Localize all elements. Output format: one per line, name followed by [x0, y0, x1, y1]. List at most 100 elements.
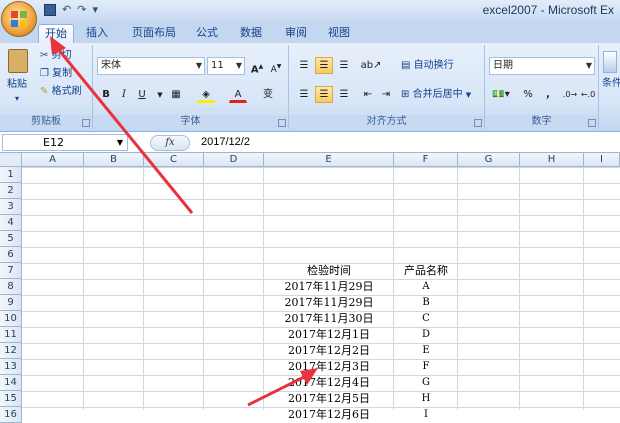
tab-formulas[interactable]: 公式: [190, 24, 224, 43]
office-button[interactable]: [1, 1, 37, 37]
tab-review[interactable]: 审阅: [279, 24, 313, 43]
cut-button[interactable]: ✂ 剪切: [40, 49, 72, 63]
row-header-9[interactable]: 9: [0, 295, 22, 311]
align-right-icon[interactable]: ☰: [335, 86, 353, 103]
dialog-launcher-icon[interactable]: [82, 119, 90, 127]
formula-input[interactable]: 2017/12/2: [201, 136, 250, 148]
borders-icon[interactable]: ▦: [167, 86, 185, 103]
product-cell[interactable]: G: [394, 375, 458, 391]
decrease-indent-icon[interactable]: ⇤: [359, 86, 377, 103]
cell-e7-header-date[interactable]: 检验时间: [264, 263, 394, 279]
grow-font-button[interactable]: A▲: [248, 58, 266, 75]
orientation-icon[interactable]: ab↗: [359, 57, 383, 74]
merge-center-button[interactable]: ⊞ 合并后居中 ▼: [401, 88, 471, 102]
align-top-icon[interactable]: ☰: [295, 57, 313, 74]
product-cell[interactable]: A: [394, 279, 458, 295]
row-header-6[interactable]: 6: [0, 247, 22, 263]
column-header-f[interactable]: F: [394, 153, 458, 167]
name-box[interactable]: E12 ▼: [2, 134, 128, 151]
align-center-icon[interactable]: ☰: [315, 86, 333, 103]
select-all-corner[interactable]: [0, 153, 22, 167]
format-painter-button[interactable]: ✎ 格式刷: [40, 85, 82, 99]
row-header-7[interactable]: 7: [0, 263, 22, 279]
dialog-launcher-icon[interactable]: [278, 119, 286, 127]
product-cell[interactable]: C: [394, 311, 458, 327]
paste-dropdown-icon[interactable]: ▾: [15, 92, 19, 106]
row-header-11[interactable]: 11: [0, 327, 22, 343]
paste-icon[interactable]: [8, 49, 28, 73]
conditional-format-button[interactable]: 条件: [602, 77, 620, 91]
tab-insert[interactable]: 插入: [80, 24, 114, 43]
comma-button[interactable]: ,: [539, 86, 557, 103]
product-cell[interactable]: H: [394, 391, 458, 407]
shrink-font-button[interactable]: A▼: [267, 58, 285, 75]
date-cell[interactable]: 2017年11月29日: [264, 295, 394, 311]
insert-function-button[interactable]: fx: [150, 135, 190, 151]
phonetic-button[interactable]: 变: [259, 86, 277, 103]
align-bottom-icon[interactable]: ☰: [335, 57, 353, 74]
product-cell[interactable]: D: [394, 327, 458, 343]
wrap-text-button[interactable]: ▤ 自动换行: [401, 59, 454, 73]
increase-indent-icon[interactable]: ⇥: [377, 86, 395, 103]
row-header-10[interactable]: 10: [0, 311, 22, 327]
column-header-e[interactable]: E: [264, 153, 394, 167]
column-header-i[interactable]: I: [584, 153, 620, 167]
date-cell[interactable]: 2017年12月5日: [264, 391, 394, 407]
bold-button[interactable]: B: [97, 86, 115, 103]
tab-home[interactable]: 开始: [38, 24, 74, 43]
product-cell[interactable]: F: [394, 359, 458, 375]
row-header-15[interactable]: 15: [0, 391, 22, 407]
tab-data[interactable]: 数据: [234, 24, 268, 43]
paste-button[interactable]: 粘贴: [7, 78, 27, 92]
date-cell[interactable]: 2017年12月4日: [264, 375, 394, 391]
cell-f7-header-product[interactable]: 产品名称: [394, 263, 458, 279]
currency-icon[interactable]: 💵▾: [489, 86, 513, 103]
column-header-d[interactable]: D: [204, 153, 264, 167]
tab-view[interactable]: 视图: [322, 24, 356, 43]
italic-button[interactable]: I: [115, 86, 133, 103]
column-header-c[interactable]: C: [144, 153, 204, 167]
date-cell[interactable]: 2017年11月30日: [264, 311, 394, 327]
decrease-decimal-icon[interactable]: ←.0: [579, 86, 597, 103]
row-header-13[interactable]: 13: [0, 359, 22, 375]
date-cell[interactable]: 2017年12月6日: [264, 407, 394, 423]
fill-color-icon[interactable]: ◈: [197, 86, 215, 103]
number-format-combo[interactable]: 日期 ▼: [489, 57, 595, 75]
row-header-8[interactable]: 8: [0, 279, 22, 295]
font-color-button[interactable]: A: [229, 86, 247, 103]
font-name-combo[interactable]: 宋体 ▼: [97, 57, 205, 75]
conditional-format-icon[interactable]: [603, 51, 617, 73]
align-middle-icon[interactable]: ☰: [315, 57, 333, 74]
copy-button[interactable]: ❐ 复制: [40, 67, 72, 81]
underline-button[interactable]: U: [133, 86, 151, 103]
increase-decimal-icon[interactable]: .0→: [561, 86, 579, 103]
date-cell[interactable]: 2017年11月29日: [264, 279, 394, 295]
font-size-combo[interactable]: 11 ▼: [207, 57, 245, 75]
percent-button[interactable]: %: [519, 86, 537, 103]
redo-icon[interactable]: ↷: [77, 3, 86, 17]
product-cell[interactable]: B: [394, 295, 458, 311]
row-header-16[interactable]: 16: [0, 407, 22, 423]
customize-qat-icon[interactable]: ▾: [92, 3, 98, 17]
date-cell[interactable]: 2017年12月2日: [264, 343, 394, 359]
dialog-launcher-icon[interactable]: [588, 119, 596, 127]
row-header-5[interactable]: 5: [0, 231, 22, 247]
row-header-2[interactable]: 2: [0, 183, 22, 199]
column-header-a[interactable]: A: [22, 153, 84, 167]
row-header-14[interactable]: 14: [0, 375, 22, 391]
date-cell[interactable]: 2017年12月1日: [264, 327, 394, 343]
undo-icon[interactable]: ↶: [62, 3, 71, 17]
save-icon[interactable]: [44, 4, 56, 16]
column-header-g[interactable]: G: [458, 153, 520, 167]
row-header-12[interactable]: 12: [0, 343, 22, 359]
product-cell[interactable]: I: [394, 407, 458, 423]
row-header-3[interactable]: 3: [0, 199, 22, 215]
date-cell[interactable]: 2017年12月3日: [264, 359, 394, 375]
row-header-1[interactable]: 1: [0, 167, 22, 183]
column-header-h[interactable]: H: [520, 153, 584, 167]
dialog-launcher-icon[interactable]: [474, 119, 482, 127]
column-header-b[interactable]: B: [84, 153, 144, 167]
tab-page-layout[interactable]: 页面布局: [126, 24, 182, 43]
row-header-4[interactable]: 4: [0, 215, 22, 231]
align-left-icon[interactable]: ☰: [295, 86, 313, 103]
